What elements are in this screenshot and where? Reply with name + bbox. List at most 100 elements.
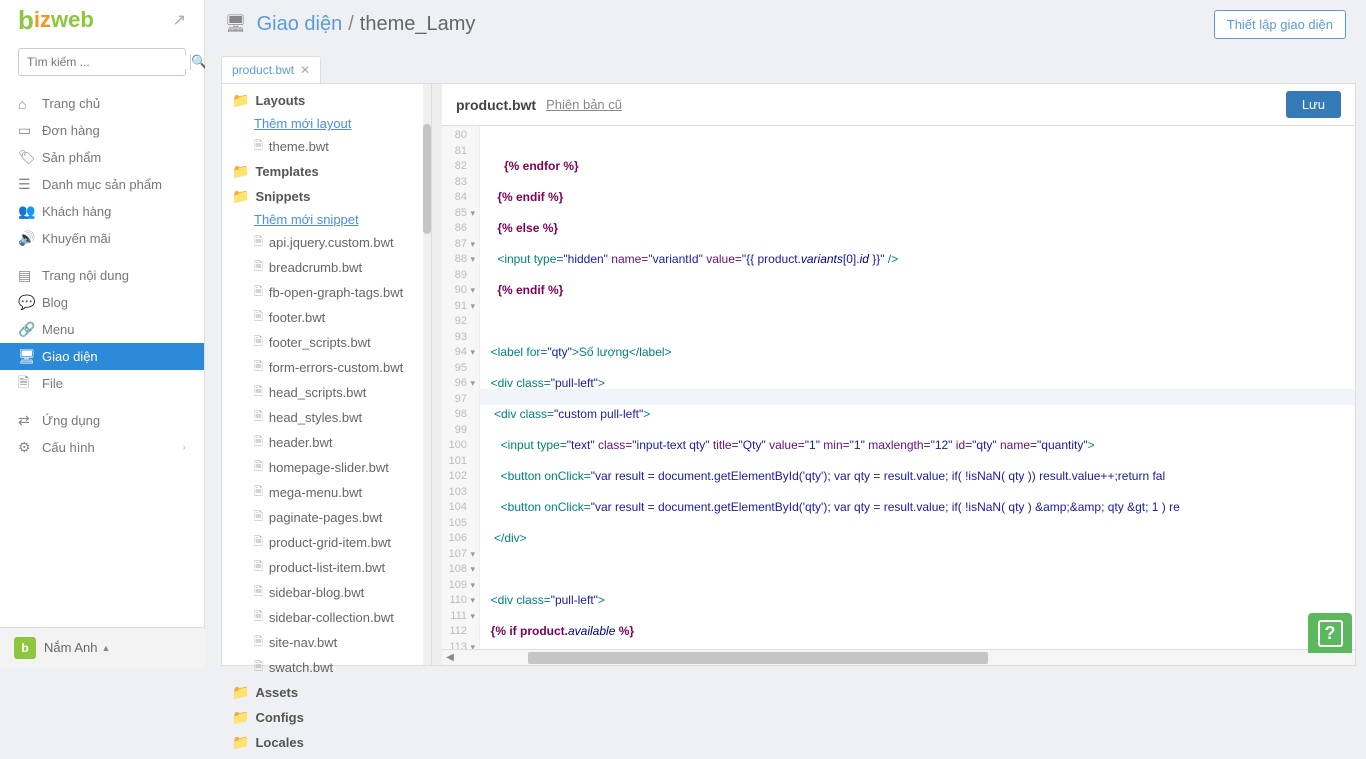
tree-file[interactable]: 🗎site-nav.bwt <box>222 630 431 655</box>
file-icon: 🗎 <box>254 233 263 252</box>
file-icon: 🗎 <box>254 658 263 677</box>
nav-settings[interactable]: ⚙Cấu hình› <box>0 434 204 461</box>
folder-templates[interactable]: 📁Templates <box>222 159 431 184</box>
tree-file[interactable]: 🗎breadcrumb.bwt <box>222 255 431 280</box>
avatar: b <box>14 637 36 659</box>
setup-theme-button[interactable]: Thiết lập giao diện <box>1214 10 1346 39</box>
folder-icon: 📁 <box>232 163 249 180</box>
tree-scrollbar[interactable] <box>423 84 431 665</box>
tree-file[interactable]: 🗎head_styles.bwt <box>222 405 431 430</box>
file-icon: 🗎 <box>254 308 263 327</box>
logo-b: b <box>18 5 34 36</box>
apps-icon: ⇄ <box>18 412 42 429</box>
search-box: 🔍 <box>18 48 186 76</box>
nav-file[interactable]: 🗎File <box>0 370 204 397</box>
folder-configs[interactable]: 📁Configs <box>222 705 431 730</box>
nav-promotions[interactable]: 🔊Khuyến mãi <box>0 225 204 252</box>
nav-apps[interactable]: ⇄Ứng dụng <box>0 407 204 434</box>
scroll-track[interactable] <box>458 652 1355 664</box>
tree-file[interactable]: 🗎header.bwt <box>222 430 431 455</box>
tree-file[interactable]: 🗎product-list-item.bwt <box>222 555 431 580</box>
breadcrumb-current: theme_Lamy <box>360 13 476 36</box>
tree-file[interactable]: 🗎fb-open-graph-tags.bwt <box>222 280 431 305</box>
tree-file[interactable]: 🗎footer_scripts.bwt <box>222 330 431 355</box>
orders-icon: ▭ <box>18 122 42 139</box>
nav-blog[interactable]: 💬Blog <box>0 289 204 316</box>
scroll-left-icon[interactable]: ◀ <box>442 652 458 663</box>
nav-home[interactable]: ⌂Trang chủ <box>0 90 204 117</box>
tree-file[interactable]: 🗎homepage-slider.bwt <box>222 455 431 480</box>
close-icon[interactable]: ✕ <box>300 63 310 77</box>
nav-customers[interactable]: 👥Khách hàng <box>0 198 204 225</box>
chevron-up-icon: ▲ <box>101 643 110 653</box>
tree-file[interactable]: 🗎sidebar-blog.bwt <box>222 580 431 605</box>
nav-label: Khách hàng <box>42 204 111 219</box>
nav-label: Trang nội dung <box>42 268 129 283</box>
nav-label: Giao diện <box>42 349 98 364</box>
scrollbar-thumb[interactable] <box>423 124 431 234</box>
add-layout-link[interactable]: Thêm mới layout <box>222 113 431 134</box>
editor-title: product.bwt <box>456 97 536 113</box>
tree-file[interactable]: 🗎mega-menu.bwt <box>222 480 431 505</box>
tree-file[interactable]: 🗎footer.bwt <box>222 305 431 330</box>
file-icon: 🗎 <box>254 283 263 302</box>
breadcrumb-link[interactable]: Giao diện <box>257 13 343 36</box>
tag-icon: 🏷 <box>18 149 42 166</box>
nav-menu[interactable]: 🔗Menu <box>0 316 204 343</box>
tree-file[interactable]: 🗎product-grid-item.bwt <box>222 530 431 555</box>
list-icon: ☰ <box>18 176 42 193</box>
nav-label: Danh mục sản phẩm <box>42 177 162 192</box>
line-gutter: 808182838485▾8687▾88▾8990▾91▾929394▾9596… <box>442 126 480 649</box>
chevron-right-icon: › <box>183 442 186 453</box>
file-icon: 🗎 <box>254 383 263 402</box>
nav-label: File <box>42 376 63 391</box>
editor-header: product.bwt Phiên bản cũ Lưu <box>442 84 1355 126</box>
file-icon: 🗎 <box>254 583 263 602</box>
add-snippet-link[interactable]: Thêm mới snippet <box>222 209 431 230</box>
file-icon: 🗎 <box>254 358 263 377</box>
save-button[interactable]: Lưu <box>1286 91 1341 118</box>
nav-label: Khuyến mãi <box>42 231 111 246</box>
logo[interactable]: bizweb <box>18 5 94 36</box>
file-tree: 📁Layouts Thêm mới layout 🗎theme.bwt 📁Tem… <box>222 84 432 665</box>
horizontal-scrollbar[interactable]: ◀ <box>442 649 1355 665</box>
file-icon: 🗎 <box>254 137 263 156</box>
nav-products[interactable]: 🏷Sản phẩm <box>0 144 204 171</box>
file-icon: 🗎 <box>254 508 263 527</box>
folder-snippets[interactable]: 📁Snippets <box>222 184 431 209</box>
folder-icon: 📁 <box>232 92 249 109</box>
nav-theme[interactable]: 🖥Giao diện <box>0 343 204 370</box>
tree-file[interactable]: 🗎head_scripts.bwt <box>222 380 431 405</box>
code-editor[interactable]: 808182838485▾8687▾88▾8990▾91▾929394▾9596… <box>442 126 1355 649</box>
tree-file[interactable]: 🗎api.jquery.custom.bwt <box>222 230 431 255</box>
external-link-icon[interactable]: ↗ <box>173 10 186 30</box>
file-tab[interactable]: product.bwt ✕ <box>221 56 321 83</box>
version-link[interactable]: Phiên bản cũ <box>546 97 622 112</box>
folder-layouts[interactable]: 📁Layouts <box>222 88 431 113</box>
tree-file[interactable]: 🗎sidebar-collection.bwt <box>222 605 431 630</box>
scrollbar-thumb[interactable] <box>528 652 988 664</box>
code-area[interactable]: {% endfor %} {% endif %} {% else %} <inp… <box>480 126 1355 649</box>
file-icon: 🗎 <box>254 633 263 652</box>
search-input[interactable] <box>19 55 190 69</box>
nav-catalog[interactable]: ☰Danh mục sản phẩm <box>0 171 204 198</box>
page-icon: ▤ <box>18 267 42 284</box>
tree-file[interactable]: 🗎theme.bwt <box>222 134 431 159</box>
tree-file[interactable]: 🗎form-errors-custom.bwt <box>222 355 431 380</box>
folder-assets[interactable]: 📁Assets <box>222 680 431 705</box>
tree-file[interactable]: 🗎paginate-pages.bwt <box>222 505 431 530</box>
nav-pages[interactable]: ▤Trang nội dung <box>0 262 204 289</box>
file-tab-label: product.bwt <box>232 63 294 77</box>
user-bar[interactable]: b Nắm Anh ▲ <box>0 627 205 667</box>
folder-locales[interactable]: 📁Locales <box>222 730 431 755</box>
file-icon: 🗎 <box>254 558 263 577</box>
nav-label: Blog <box>42 295 68 310</box>
nav-label: Đơn hàng <box>42 123 100 138</box>
tree-file[interactable]: 🗎swatch.bwt <box>222 655 431 680</box>
home-icon: ⌂ <box>18 96 42 112</box>
file-icon: 🗎 <box>254 333 263 352</box>
file-icon: 🗎 <box>254 433 263 452</box>
nav-orders[interactable]: ▭Đơn hàng <box>0 117 204 144</box>
folder-icon: 📁 <box>232 709 249 726</box>
folder-icon: 📁 <box>232 734 249 751</box>
